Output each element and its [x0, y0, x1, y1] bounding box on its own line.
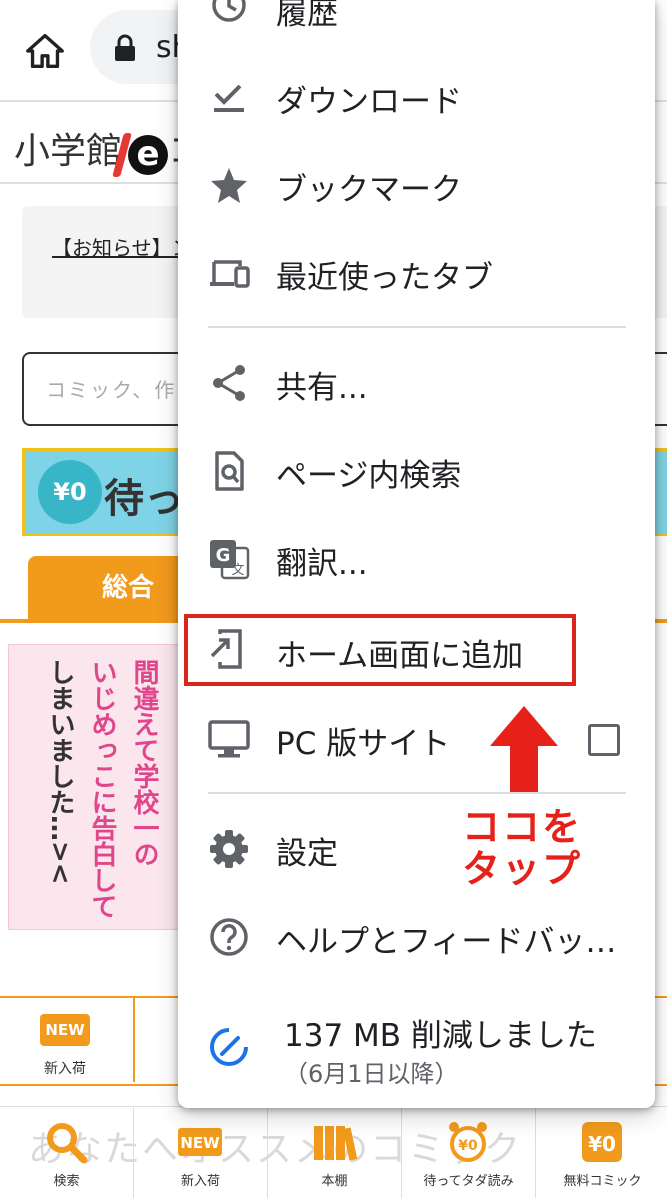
share-icon [213, 365, 245, 401]
menu-item-recent-tabs[interactable]: 最近使ったタブ [276, 252, 493, 297]
nav-new-arrivals[interactable]: NEW 新入荷 [134, 1108, 268, 1198]
menu-item-bookmarks[interactable]: ブックマーク [276, 164, 462, 209]
search-icon [47, 1123, 88, 1164]
nav-label: 検索 [53, 1174, 80, 1189]
comic-title-line: いじめっこに告白して [87, 659, 117, 919]
menu-item-history[interactable]: 履歴 [276, 0, 338, 33]
menu-divider [208, 792, 626, 794]
site-search-placeholder: コミック、作 [46, 378, 177, 402]
svg-text:NEW: NEW [180, 1134, 220, 1152]
notice-link[interactable]: 【お知らせ】ン [52, 232, 192, 264]
banner-badge: ¥0 [38, 460, 102, 524]
site-logo[interactable]: 小学館eコ [14, 122, 204, 175]
menu-item-share[interactable]: 共有... [276, 362, 368, 407]
star-icon [211, 168, 247, 203]
nav-bookshelf[interactable]: 本棚 [268, 1108, 402, 1198]
nav-free-comics[interactable]: ¥0 無料コミック [536, 1108, 667, 1198]
nav-label: 待ってタダ読み [423, 1174, 514, 1189]
data-saved-amount[interactable]: 137 MB 削減しました [284, 1010, 597, 1055]
gear-icon [210, 830, 248, 868]
desktop-site-checkbox[interactable] [588, 724, 620, 756]
svg-text:¥0: ¥0 [458, 1138, 478, 1154]
annotation-line: タップ [462, 847, 583, 891]
nav-label: 本棚 [321, 1174, 348, 1189]
devices-icon [210, 260, 250, 288]
new-badge-icon: NEW [178, 1128, 222, 1156]
annotation-line: ココを [462, 805, 583, 849]
banner-title: 待っ [104, 476, 184, 522]
svg-text:文: 文 [231, 563, 244, 578]
yen-zero-icon: ¥0 [582, 1122, 622, 1162]
comic-cover[interactable]: 間違えて学校一の いじめっこに告白して しまいました…>< [8, 644, 190, 930]
menu-item-find-in-page[interactable]: ページ内検索 [276, 450, 461, 495]
comic-title-line: 間違えて学校一の [129, 659, 159, 867]
find-in-page-icon [215, 451, 244, 491]
menu-item-downloads[interactable]: ダウンロード [276, 76, 462, 121]
svg-text:G: G [216, 545, 231, 566]
bookshelf-icon [314, 1126, 358, 1161]
arrow-up-icon [490, 706, 558, 792]
menu-divider [208, 326, 626, 328]
lock-icon [115, 34, 135, 61]
home-icon[interactable] [22, 28, 68, 74]
history-icon [212, 0, 246, 22]
nav-label: 新入荷 [180, 1174, 220, 1189]
menu-item-settings[interactable]: 設定 [276, 828, 338, 873]
new-badge-icon: NEW [40, 1014, 90, 1046]
alarm-clock-icon: ¥0 [449, 1122, 487, 1162]
help-icon [210, 918, 248, 956]
svg-text:¥0: ¥0 [588, 1132, 616, 1156]
data-saver-icon [210, 1028, 248, 1066]
menu-item-help[interactable]: ヘルプとフィードバッ… [276, 916, 616, 961]
highlight-box [184, 614, 576, 686]
comic-title-line: しまいました…>< [45, 659, 75, 885]
download-done-icon [214, 84, 244, 112]
nav-search[interactable]: 検索 [0, 1108, 134, 1198]
menu-item-translate[interactable]: 翻訳... [276, 538, 368, 583]
nav-label: 無料コミック [563, 1174, 642, 1189]
data-saved-since: （6月1日以降） [284, 1060, 459, 1088]
category-label: 新入荷 [44, 1061, 86, 1077]
annotation-label: ココを タップ [462, 806, 582, 890]
nav-wait-free[interactable]: ¥0 待ってタダ読み [402, 1108, 536, 1198]
desktop-icon [208, 720, 250, 758]
translate-icon: G 文 [210, 540, 250, 580]
menu-item-desktop-site[interactable]: PC 版サイト [276, 718, 450, 763]
